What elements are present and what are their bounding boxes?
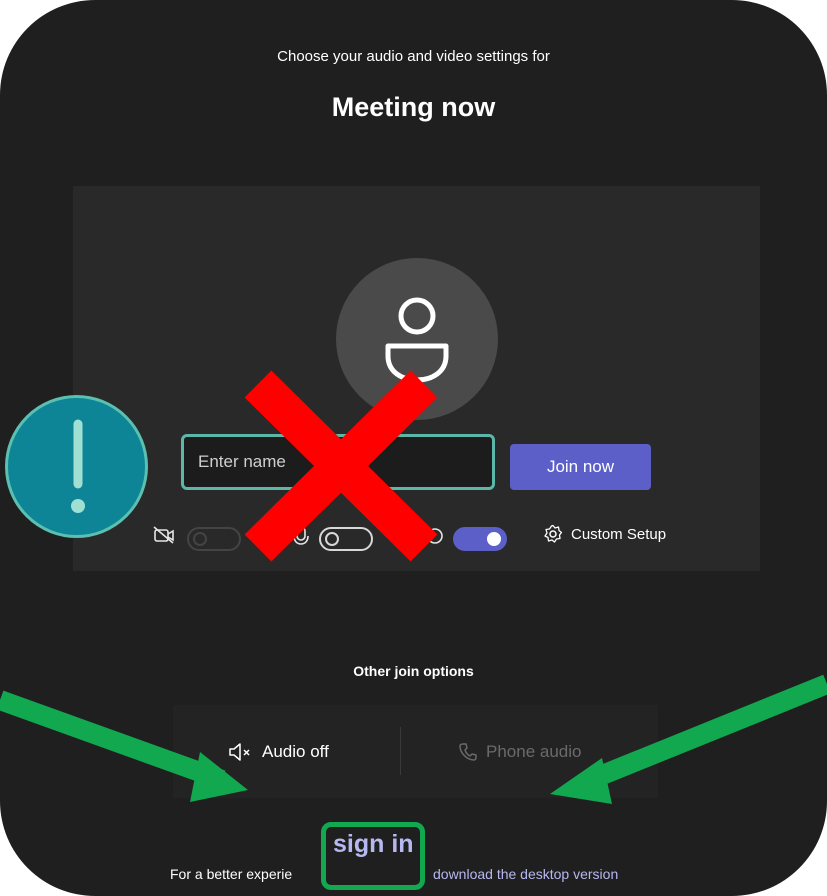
download-desktop-link[interactable]: download the desktop version: [433, 866, 618, 882]
custom-setup-button[interactable]: Custom Setup: [543, 524, 666, 544]
custom-setup-label: Custom Setup: [571, 525, 667, 543]
background-effects-toggle[interactable]: [453, 527, 507, 551]
options-divider: [400, 727, 401, 775]
green-arrow-left: [0, 690, 248, 802]
sign-in-link[interactable]: sign in: [331, 830, 416, 859]
meeting-title: Meeting now: [331, 92, 496, 122]
teams-prejoin-window: Choose your audio and video settings for…: [0, 0, 827, 896]
warning-badge: [5, 395, 148, 538]
camera-toggle[interactable]: [187, 527, 241, 551]
exclamation-icon: [71, 419, 85, 513]
join-now-button[interactable]: Join now: [510, 444, 651, 490]
footer-text: For a better experie: [170, 866, 293, 882]
gear-icon: [544, 524, 563, 543]
green-arrow-right: [550, 674, 827, 804]
red-cross-icon: [244, 370, 438, 562]
camera-off-icon: [153, 526, 174, 544]
prejoin-subtitle: Choose your audio and video settings for: [277, 48, 550, 65]
audio-off-label: Audio off: [262, 741, 329, 761]
phone-icon: [459, 742, 477, 761]
